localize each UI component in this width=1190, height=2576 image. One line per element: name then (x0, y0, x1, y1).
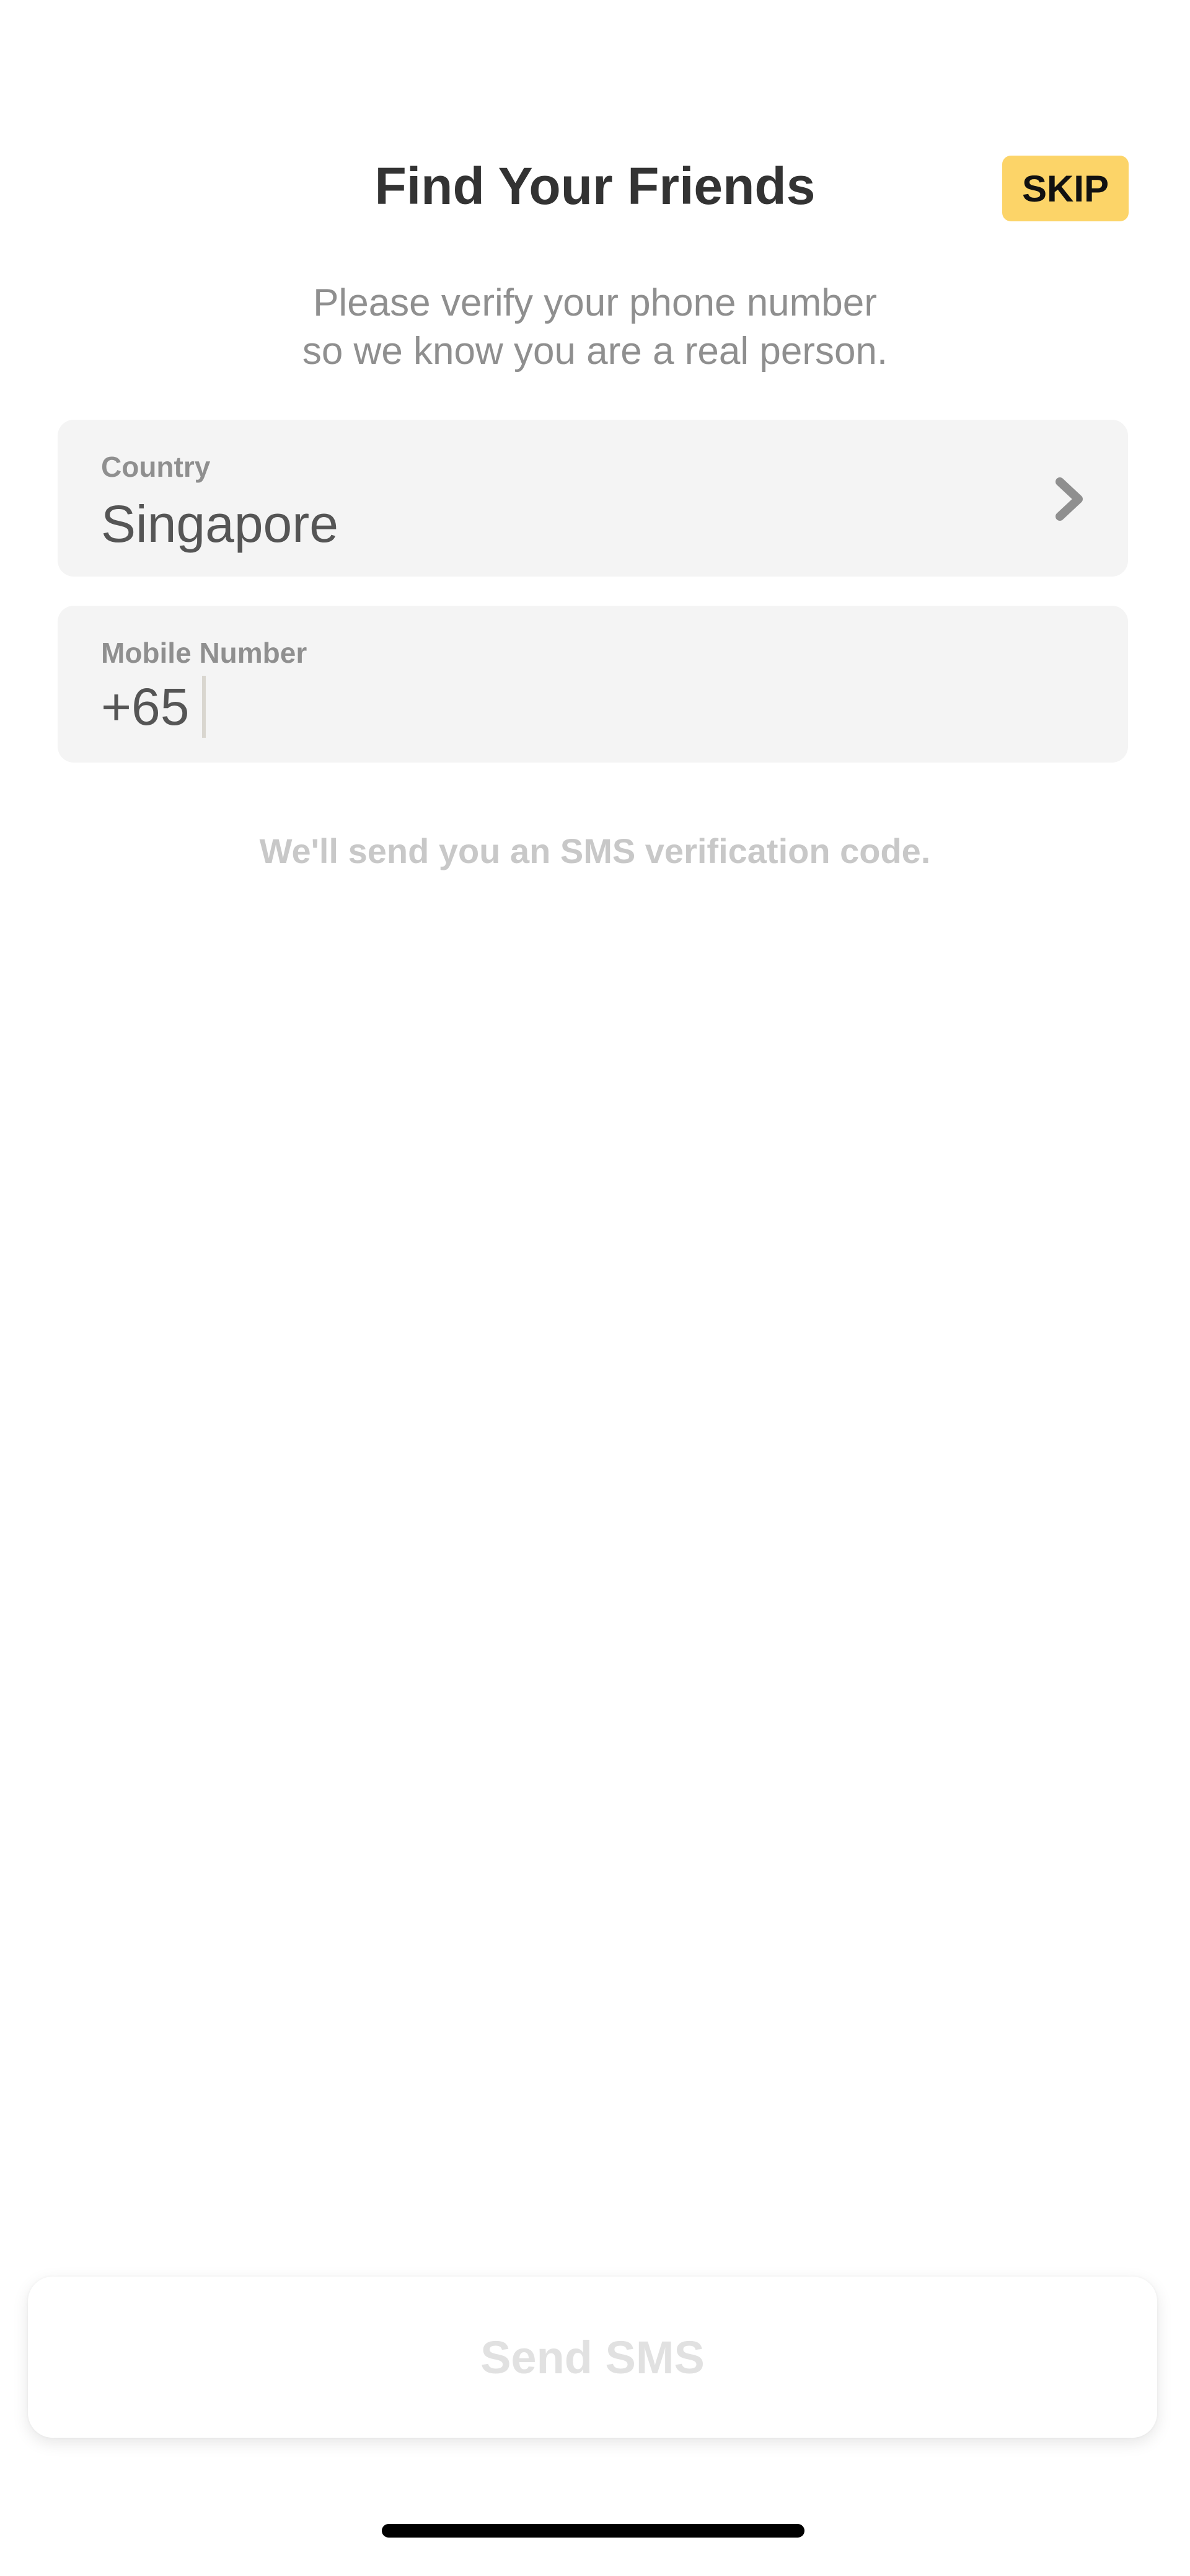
mobile-number-row: +65 (101, 673, 1132, 741)
mobile-number-input[interactable] (201, 676, 1132, 738)
skip-button[interactable]: SKIP (1002, 156, 1129, 221)
mobile-number-field[interactable]: Mobile Number +65 (58, 606, 1132, 763)
page-subtitle: Please verify your phone number so we kn… (0, 279, 1190, 376)
country-label: Country (101, 451, 211, 483)
mobile-number-label: Mobile Number (101, 637, 307, 669)
chevron-right-icon (1056, 477, 1083, 521)
country-value: Singapore (101, 495, 338, 553)
home-indicator (382, 2524, 804, 2538)
subtitle-line-2: so we know you are a real person. (302, 330, 888, 373)
send-sms-button[interactable]: Send SMS (28, 2277, 1157, 2438)
subtitle-line-1: Please verify your phone number (313, 281, 877, 324)
dial-code: +65 (101, 678, 190, 736)
country-selector[interactable]: Country Singapore (58, 420, 1128, 577)
sms-helper-text: We'll send you an SMS verification code. (259, 831, 931, 870)
